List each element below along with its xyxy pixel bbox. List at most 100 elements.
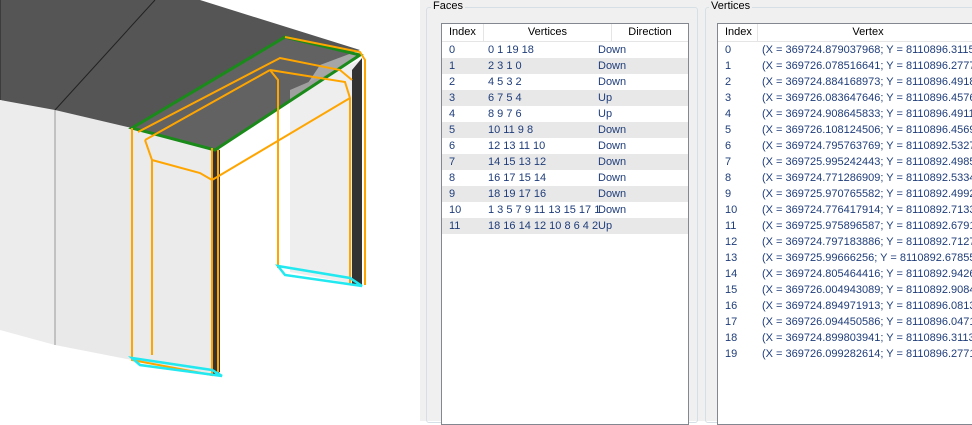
vertex-index-cell: 0 xyxy=(725,44,732,56)
vertices-table-row[interactable]: 17 (X = 369726.094450586; Y = 8110896.047… xyxy=(718,314,972,330)
faces-table-row[interactable]: 11 18 16 14 12 10 8 6 4 2 Up xyxy=(442,218,688,234)
vertex-index-cell: 16 xyxy=(725,300,738,312)
vertex-index-cell: 9 xyxy=(725,188,732,200)
faces-group-label: Faces xyxy=(431,0,465,13)
vertex-coords-cell: (X = 369724.795763769; Y = 8110892.5327 xyxy=(762,140,972,152)
vertices-table-row[interactable]: 0 (X = 369724.879037968; Y = 8110896.3115 xyxy=(718,42,972,58)
faces-table-row[interactable]: 3 6 7 5 4 Up xyxy=(442,90,688,106)
face-direction-cell: Up xyxy=(598,92,613,104)
3d-viewport[interactable] xyxy=(0,0,420,421)
vertices-table-row[interactable]: 15 (X = 369726.004943089; Y = 8110892.908… xyxy=(718,282,972,298)
vertices-table-row[interactable]: 1 (X = 369726.078516641; Y = 8110896.2777 xyxy=(718,58,972,74)
building-model-render[interactable] xyxy=(0,0,420,421)
face-direction-cell: Down xyxy=(598,76,627,88)
face-index-cell: 6 xyxy=(449,140,456,152)
vertices-table-row[interactable]: 19 (X = 369726.099282614; Y = 8110896.277… xyxy=(718,346,972,362)
vertex-index-cell: 8 xyxy=(725,172,732,184)
faces-col-vertices[interactable]: Vertices xyxy=(484,24,612,41)
face-index-cell: 7 xyxy=(449,156,456,168)
faces-rows: 0 0 1 19 18 Down 1 2 3 1 0 Down 2 4 5 3 2 Down 3 6… xyxy=(442,42,688,234)
face-index-cell: 10 xyxy=(449,204,462,216)
vertices-table-row[interactable]: 2 (X = 369724.884168973; Y = 8110896.4918 xyxy=(718,74,972,90)
vertex-coords-cell: (X = 369724.879037968; Y = 8110896.3115 xyxy=(762,44,972,56)
vertices-table-row[interactable]: 9 (X = 369725.970765582; Y = 8110892.4992 xyxy=(718,186,972,202)
vertices-rows: 0 (X = 369724.879037968; Y = 8110896.3115… xyxy=(718,42,972,362)
face-vertices-cell: 8 9 7 6 xyxy=(488,108,522,120)
vertices-col-index[interactable]: Index xyxy=(718,24,758,41)
vertices-table-row[interactable]: 13 (X = 369725.99666256; Y = 8110892.6785… xyxy=(718,250,972,266)
vertex-coords-cell: (X = 369724.805464416; Y = 8110892.9426 xyxy=(762,268,972,280)
vertex-coords-cell: (X = 369724.776417914; Y = 8110892.7133 xyxy=(762,204,972,216)
vertex-index-cell: 13 xyxy=(725,252,738,264)
face-index-cell: 3 xyxy=(449,92,456,104)
vertex-index-cell: 1 xyxy=(725,60,732,72)
vertices-table-row[interactable]: 5 (X = 369726.108124506; Y = 8110896.4569 xyxy=(718,122,972,138)
faces-table-row[interactable]: 4 8 9 7 6 Up xyxy=(442,106,688,122)
vertex-index-cell: 11 xyxy=(725,220,737,232)
vertex-index-cell: 4 xyxy=(725,108,732,120)
faces-list[interactable]: Index Vertices Direction 00 1 19 18 Down 1… xyxy=(441,23,689,425)
face-vertices-cell: 4 5 3 2 xyxy=(488,76,522,88)
faces-table-row[interactable]: 5 10 11 9 8 Down xyxy=(442,122,688,138)
vertices-group-label: Vertices xyxy=(709,0,753,13)
vertex-index-cell: 17 xyxy=(725,316,738,328)
face-direction-cell: Up xyxy=(598,220,613,232)
vertex-coords-cell: (X = 369726.083647646; Y = 8110896.4576 xyxy=(762,92,972,104)
vertices-table-row[interactable]: 11 (X = 369725.975896587; Y = 8110892.679… xyxy=(718,218,972,234)
face-index-cell: 8 xyxy=(449,172,456,184)
face-index-cell: 2 xyxy=(449,76,456,88)
face-vertices-cell: 14 15 13 12 xyxy=(488,156,547,168)
face-direction-cell: Up xyxy=(598,108,613,120)
vertex-index-cell: 15 xyxy=(725,284,738,296)
vertex-index-cell: 7 xyxy=(725,156,732,168)
face-index-cell: 9 xyxy=(449,188,456,200)
vertex-index-cell: 12 xyxy=(725,236,738,248)
vertices-list[interactable]: Index Vertex 0 (X = 369724.879037968; Y =… xyxy=(717,23,972,425)
faces-table-row[interactable]: 1 2 3 1 0 Down xyxy=(442,58,688,74)
face-vertices-cell: 10 11 9 8 xyxy=(488,124,534,136)
face-vertices-cell: 2 3 1 0 xyxy=(488,60,522,72)
vertices-col-vertex[interactable]: Vertex xyxy=(758,24,972,41)
vertices-table-row[interactable]: 12 (X = 369724.797183886; Y = 8110892.712… xyxy=(718,234,972,250)
vertex-coords-cell: (X = 369724.884168973; Y = 8110896.4918 xyxy=(762,76,972,88)
faces-table-row[interactable]: 6 12 13 11 10 Down xyxy=(442,138,688,154)
face-index-cell: 0 xyxy=(449,44,456,56)
vertices-table-row[interactable]: 3 (X = 369726.083647646; Y = 8110896.4576 xyxy=(718,90,972,106)
vertex-index-cell: 3 xyxy=(725,92,732,104)
vertices-list-header: Index Vertex xyxy=(718,24,972,42)
vertices-table-row[interactable]: 6 (X = 369724.795763769; Y = 8110892.5327 xyxy=(718,138,972,154)
front-wall-left xyxy=(0,100,55,345)
vertex-coords-cell: (X = 369725.99666256; Y = 8110892.67855 xyxy=(762,252,972,264)
vertex-index-cell: 2 xyxy=(725,76,732,88)
faces-list-header: Index Vertices Direction xyxy=(442,24,688,42)
vertex-coords-cell: (X = 369724.797183886; Y = 8110892.7127 xyxy=(762,236,972,248)
vertices-table-row[interactable]: 8 (X = 369724.771286909; Y = 8110892.5334 xyxy=(718,170,972,186)
vertex-coords-cell: (X = 369724.899803941; Y = 8110896.3113 xyxy=(762,332,972,344)
face-vertices-cell: 18 19 17 16 xyxy=(488,188,547,200)
faces-table-row[interactable]: 9 18 19 17 16 Down xyxy=(442,186,688,202)
vertex-coords-cell: (X = 369724.771286909; Y = 8110892.5334 xyxy=(762,172,972,184)
faces-table-row[interactable]: 10 1 3 5 7 9 11 13 15 17 1 Down xyxy=(442,202,688,218)
face-vertices-cell: 6 7 5 4 xyxy=(488,92,522,104)
vertices-table-row[interactable]: 10 (X = 369724.776417914; Y = 8110892.713… xyxy=(718,202,972,218)
vertices-table-row[interactable]: 16 (X = 369724.894971913; Y = 8110896.081… xyxy=(718,298,972,314)
vertex-coords-cell: (X = 369725.970765582; Y = 8110892.4992 xyxy=(762,188,972,200)
vertex-coords-cell: (X = 369725.995242443; Y = 8110892.4985 xyxy=(762,156,972,168)
faces-col-index[interactable]: Index xyxy=(442,24,484,41)
faces-col-direction[interactable]: Direction xyxy=(612,24,688,41)
faces-table-row[interactable]: 0 0 1 19 18 Down xyxy=(442,42,688,58)
vertex-coords-cell: (X = 369724.908645833; Y = 8110896.4911 xyxy=(762,108,972,120)
faces-table-row[interactable]: 8 16 17 15 14 Down xyxy=(442,170,688,186)
vertices-table-row[interactable]: 7 (X = 369725.995242443; Y = 8110892.4985 xyxy=(718,154,972,170)
face-direction-cell: Down xyxy=(598,204,627,216)
vertices-table-row[interactable]: 4 (X = 369724.908645833; Y = 8110896.4911 xyxy=(718,106,972,122)
face-vertices-cell: 18 16 14 12 10 8 6 4 2 xyxy=(488,220,599,232)
face-direction-cell: Down xyxy=(598,156,627,168)
vertices-table-row[interactable]: 14 (X = 369724.805464416; Y = 8110892.942… xyxy=(718,266,972,282)
faces-table-row[interactable]: 7 14 15 13 12 Down xyxy=(442,154,688,170)
vertices-table-row[interactable]: 18 (X = 369724.899803941; Y = 8110896.311… xyxy=(718,330,972,346)
face-index-cell: 11 xyxy=(449,220,461,232)
vertex-index-cell: 14 xyxy=(725,268,738,280)
faces-table-row[interactable]: 2 4 5 3 2 Down xyxy=(442,74,688,90)
face-direction-cell: Down xyxy=(598,44,627,56)
